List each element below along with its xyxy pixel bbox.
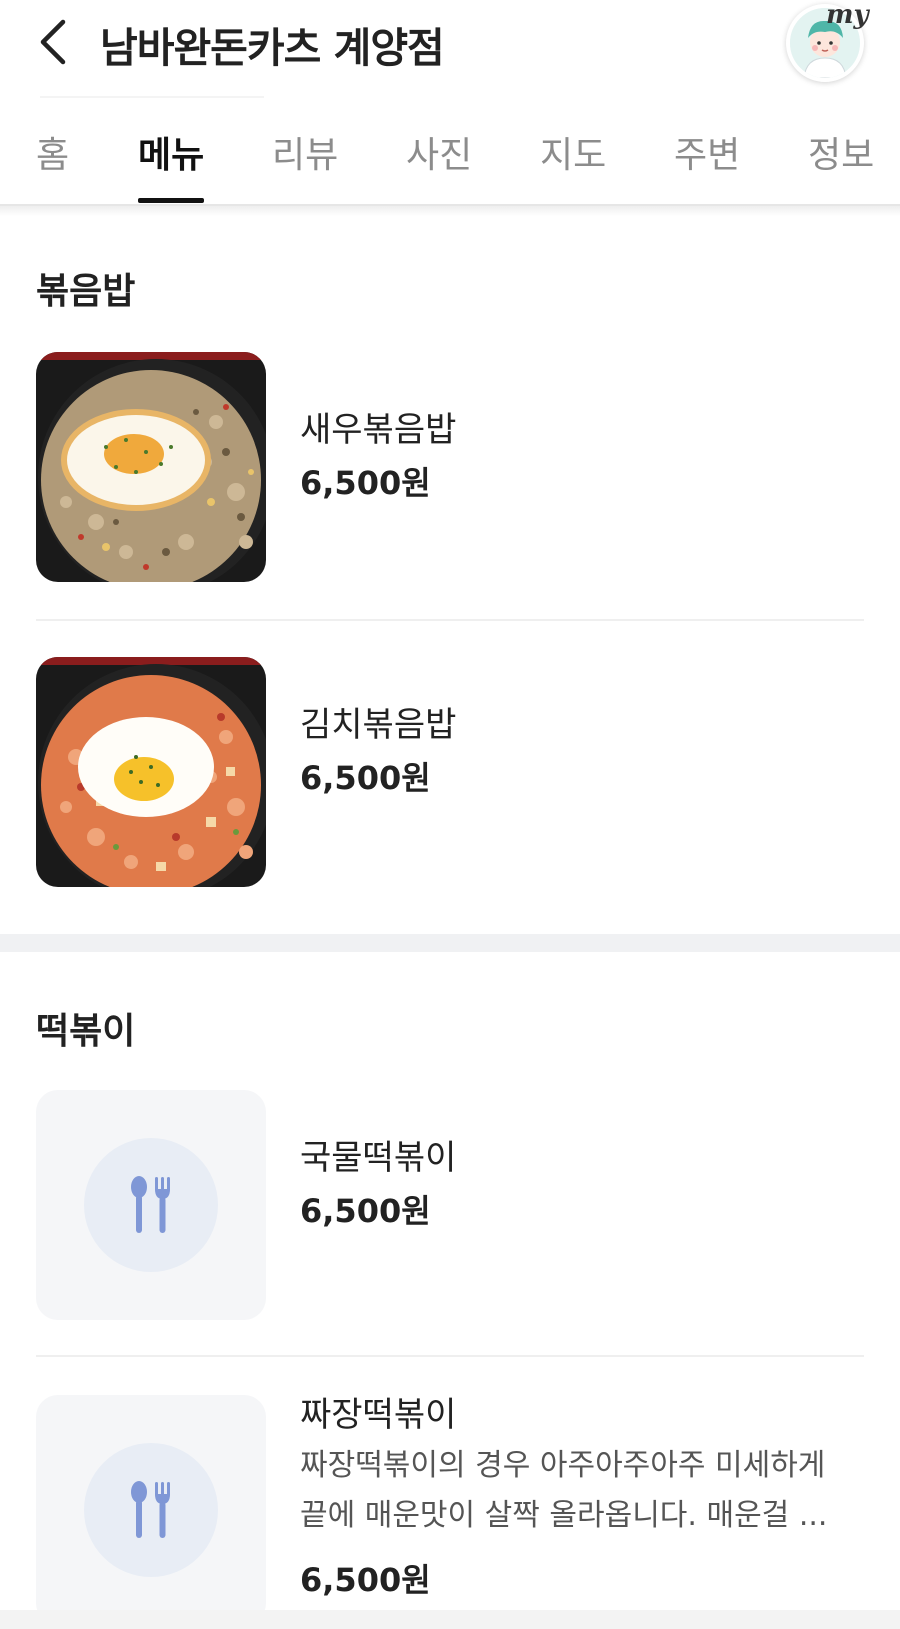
tab-photos[interactable]: 사진 [406,126,472,178]
item-divider [36,619,864,621]
placeholder-circle [84,1443,218,1577]
tab-info[interactable]: 정보 [808,126,874,178]
menu-item[interactable]: 김치볶음밥 6,500원 [0,657,900,887]
tab-menu[interactable]: 메뉴 [138,126,204,178]
menu-item-price: 6,500원 [300,1561,431,1599]
menu-item-description: 짜장떡볶이의 경우 아주아주아주 미세하게 끝에 매운맛이 살짝 올라옵니다. … [300,1441,860,1541]
menu-item[interactable]: 짜장떡볶이 짜장떡볶이의 경우 아주아주아주 미세하게 끝에 매운맛이 살짝 올… [0,1395,900,1625]
tab-reviews[interactable]: 리뷰 [272,126,338,178]
header-divider [40,96,264,98]
section-title-tteokbokki: 떡볶이 [36,1011,136,1052]
back-button[interactable] [30,16,74,68]
menu-item-photo [36,352,266,582]
tab-shadow [0,206,900,216]
menu-item-name: 짜장떡볶이 [300,1395,457,1435]
item-divider [36,1355,864,1357]
tab-nearby[interactable]: 주변 [674,126,740,178]
tab-bar: 홈 메뉴 리뷰 사진 지도 주변 정보 [0,110,900,206]
my-badge: my [826,0,869,30]
description-line: 끝에 매운맛이 살짝 올라옵니다. 매운걸 ... [300,1498,828,1533]
menu-item[interactable]: 새우볶음밥 6,500원 [0,352,900,582]
menu-item-name: 국물떡볶이 [300,1138,457,1178]
menu-item-price: 6,500원 [300,464,431,502]
section-title-fried-rice: 볶음밥 [36,271,136,312]
menu-item-price: 6,500원 [300,1192,431,1230]
utensils-icon [131,1176,170,1233]
menu-item-name: 김치볶음밥 [300,705,457,745]
active-tab-indicator [138,198,204,203]
menu-item-placeholder [36,1395,266,1625]
description-line: 짜장떡볶이의 경우 아주아주아주 미세하게 [300,1448,826,1483]
placeholder-circle [84,1138,218,1272]
shrimp-fried-rice-photo [36,352,266,582]
tab-home[interactable]: 홈 [36,126,69,178]
menu-item-placeholder [36,1090,266,1320]
bottom-edge [0,1610,900,1629]
menu-item-name: 새우볶음밥 [300,410,457,450]
menu-item[interactable]: 국물떡볶이 6,500원 [0,1090,900,1320]
utensils-icon [131,1481,170,1538]
chevron-left-icon [40,19,66,65]
tab-map[interactable]: 지도 [540,126,606,178]
header: 남바완돈카츠 계양점 my [0,0,900,96]
menu-item-photo [36,657,266,887]
page-title: 남바완돈카츠 계양점 [100,24,445,72]
section-separator [0,934,900,952]
menu-item-price: 6,500원 [300,759,431,797]
kimchi-fried-rice-photo [36,657,266,887]
